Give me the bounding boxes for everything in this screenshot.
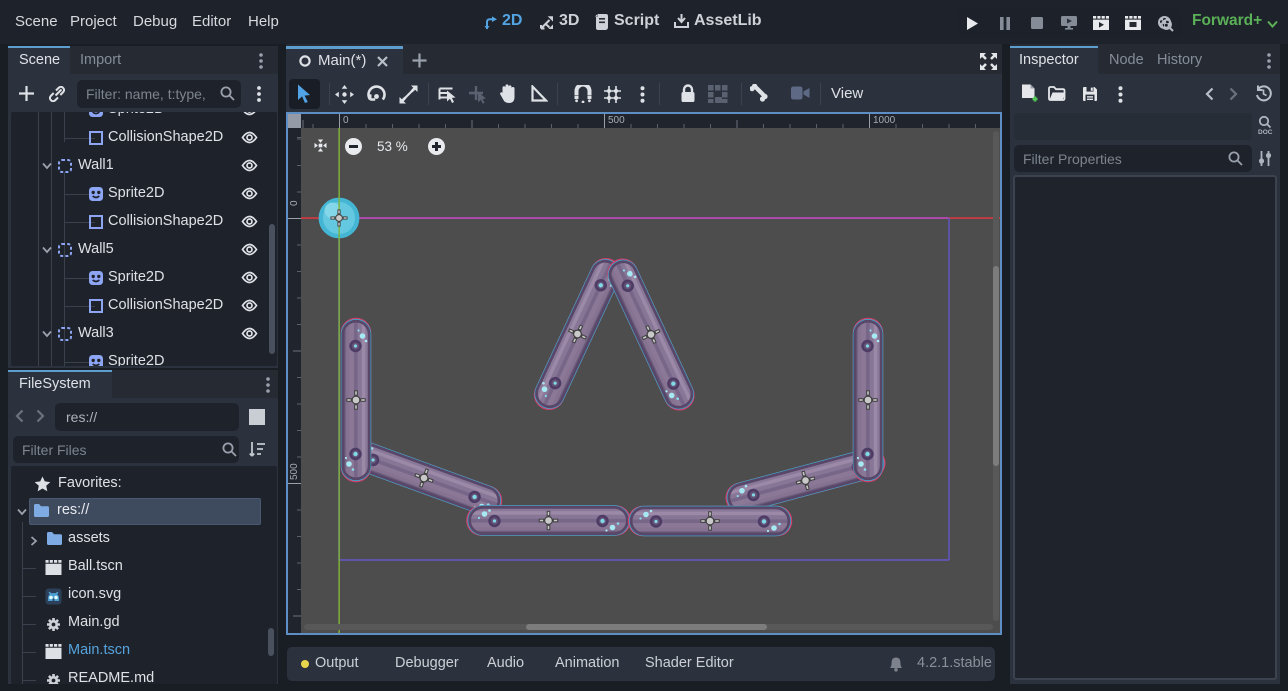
svg-text:DOC: DOC xyxy=(1258,129,1273,136)
